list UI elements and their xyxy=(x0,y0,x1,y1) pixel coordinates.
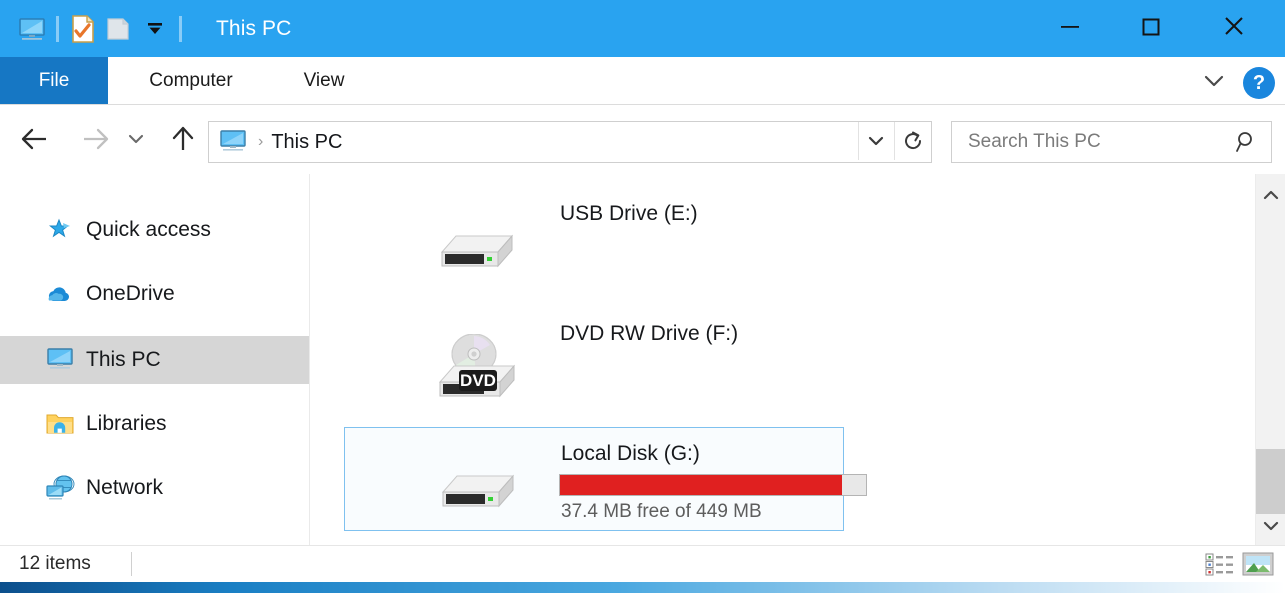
qat-customize-dropdown-icon[interactable] xyxy=(137,10,173,48)
svg-text:DVD: DVD xyxy=(460,371,496,390)
up-button[interactable] xyxy=(162,118,204,160)
qat-properties-icon[interactable] xyxy=(65,10,101,48)
close-button[interactable] xyxy=(1203,0,1265,52)
scroll-down-icon[interactable] xyxy=(1256,511,1285,540)
monitor-icon xyxy=(43,347,77,373)
chevron-down-icon[interactable] xyxy=(1201,68,1227,94)
search-box[interactable] xyxy=(951,121,1272,163)
recent-locations-icon[interactable] xyxy=(120,118,152,160)
breadcrumb-label[interactable]: This PC xyxy=(271,131,342,154)
sidebar-item-network[interactable]: Network xyxy=(0,464,309,512)
tab-file[interactable]: File xyxy=(0,57,108,104)
scrollbar-thumb[interactable] xyxy=(1256,449,1285,514)
capacity-bar-fill xyxy=(560,475,842,495)
vertical-scrollbar[interactable] xyxy=(1255,174,1285,546)
back-button[interactable] xyxy=(14,118,56,160)
qat-separator-1 xyxy=(56,15,59,42)
window-title: This PC xyxy=(216,16,292,40)
drive-name-local-disk-g: Local Disk (G:) xyxy=(561,442,700,465)
qat-this-pc-icon[interactable] xyxy=(14,10,50,48)
search-icon[interactable] xyxy=(1235,130,1259,159)
breadcrumb[interactable]: › This PC xyxy=(208,121,932,163)
status-bar: 12 items xyxy=(0,545,1285,582)
star-pin-icon xyxy=(43,217,77,243)
sidebar-item-libraries[interactable]: Libraries xyxy=(0,400,309,448)
sidebar-label-this-pc: This PC xyxy=(86,348,161,371)
details-view-button[interactable] xyxy=(1205,551,1237,577)
items-view: USB Drive (E:) DVD DVD RW Drive (F:) Loc… xyxy=(310,174,1257,546)
tab-computer[interactable]: Computer xyxy=(116,57,266,104)
drive-item-local-disk-g[interactable]: Local Disk (G:) 37.4 MB free of 449 MB xyxy=(344,427,867,531)
minimize-button[interactable] xyxy=(1039,0,1101,52)
qat-separator-2 xyxy=(179,15,182,42)
capacity-bar xyxy=(559,474,867,496)
bottom-accent-strip xyxy=(0,582,1285,593)
drive-item-usb-e[interactable]: USB Drive (E:) xyxy=(344,188,844,292)
drive-capacity-text: 37.4 MB free of 449 MB xyxy=(561,501,762,522)
sidebar-label-libraries: Libraries xyxy=(86,412,167,435)
sidebar-item-this-pc[interactable]: This PC xyxy=(0,336,309,384)
status-item-count: 12 items xyxy=(19,553,91,574)
drive-name-dvd-f: DVD RW Drive (F:) xyxy=(560,322,739,345)
sidebar-label-network: Network xyxy=(86,476,164,499)
title-bar: This PC xyxy=(0,0,1285,57)
forward-button xyxy=(74,118,116,160)
refresh-icon[interactable] xyxy=(894,122,931,160)
drive-name-usb-e: USB Drive (E:) xyxy=(560,202,698,225)
sidebar-item-onedrive[interactable]: OneDrive xyxy=(0,270,309,318)
status-separator xyxy=(131,552,132,576)
dvd-drive-icon: DVD xyxy=(426,333,522,398)
usb-drive-icon xyxy=(426,214,522,276)
help-button[interactable]: ? xyxy=(1243,67,1275,99)
maximize-button[interactable] xyxy=(1119,0,1181,52)
ribbon-tab-bar: File Computer View ? xyxy=(0,57,1285,105)
large-icons-view-button[interactable] xyxy=(1242,551,1274,577)
sidebar-item-quick-access[interactable]: Quick access xyxy=(0,206,309,254)
qat-new-folder-icon[interactable] xyxy=(101,10,137,48)
quick-access-toolbar xyxy=(0,0,188,57)
scroll-up-icon[interactable] xyxy=(1256,180,1285,209)
sidebar-label-quick-access: Quick access xyxy=(86,218,211,241)
breadcrumb-dropdown-icon[interactable] xyxy=(858,122,893,160)
file-explorer-window: This PC File Computer View ? › This PC S… xyxy=(0,0,1285,593)
network-icon xyxy=(43,475,77,501)
drive-item-dvd-f[interactable]: DVD DVD RW Drive (F:) xyxy=(344,308,844,412)
navigation-pane: Quick access OneDrive This PC Libraries … xyxy=(0,174,310,546)
breadcrumb-this-pc-icon xyxy=(218,129,248,155)
hard-drive-icon xyxy=(427,454,523,516)
libraries-folder-icon xyxy=(43,411,77,437)
tab-view[interactable]: View xyxy=(278,57,370,104)
breadcrumb-separator: › xyxy=(258,133,264,150)
sidebar-label-onedrive: OneDrive xyxy=(86,282,175,305)
cloud-icon xyxy=(43,283,77,305)
search-input[interactable] xyxy=(966,130,1210,154)
